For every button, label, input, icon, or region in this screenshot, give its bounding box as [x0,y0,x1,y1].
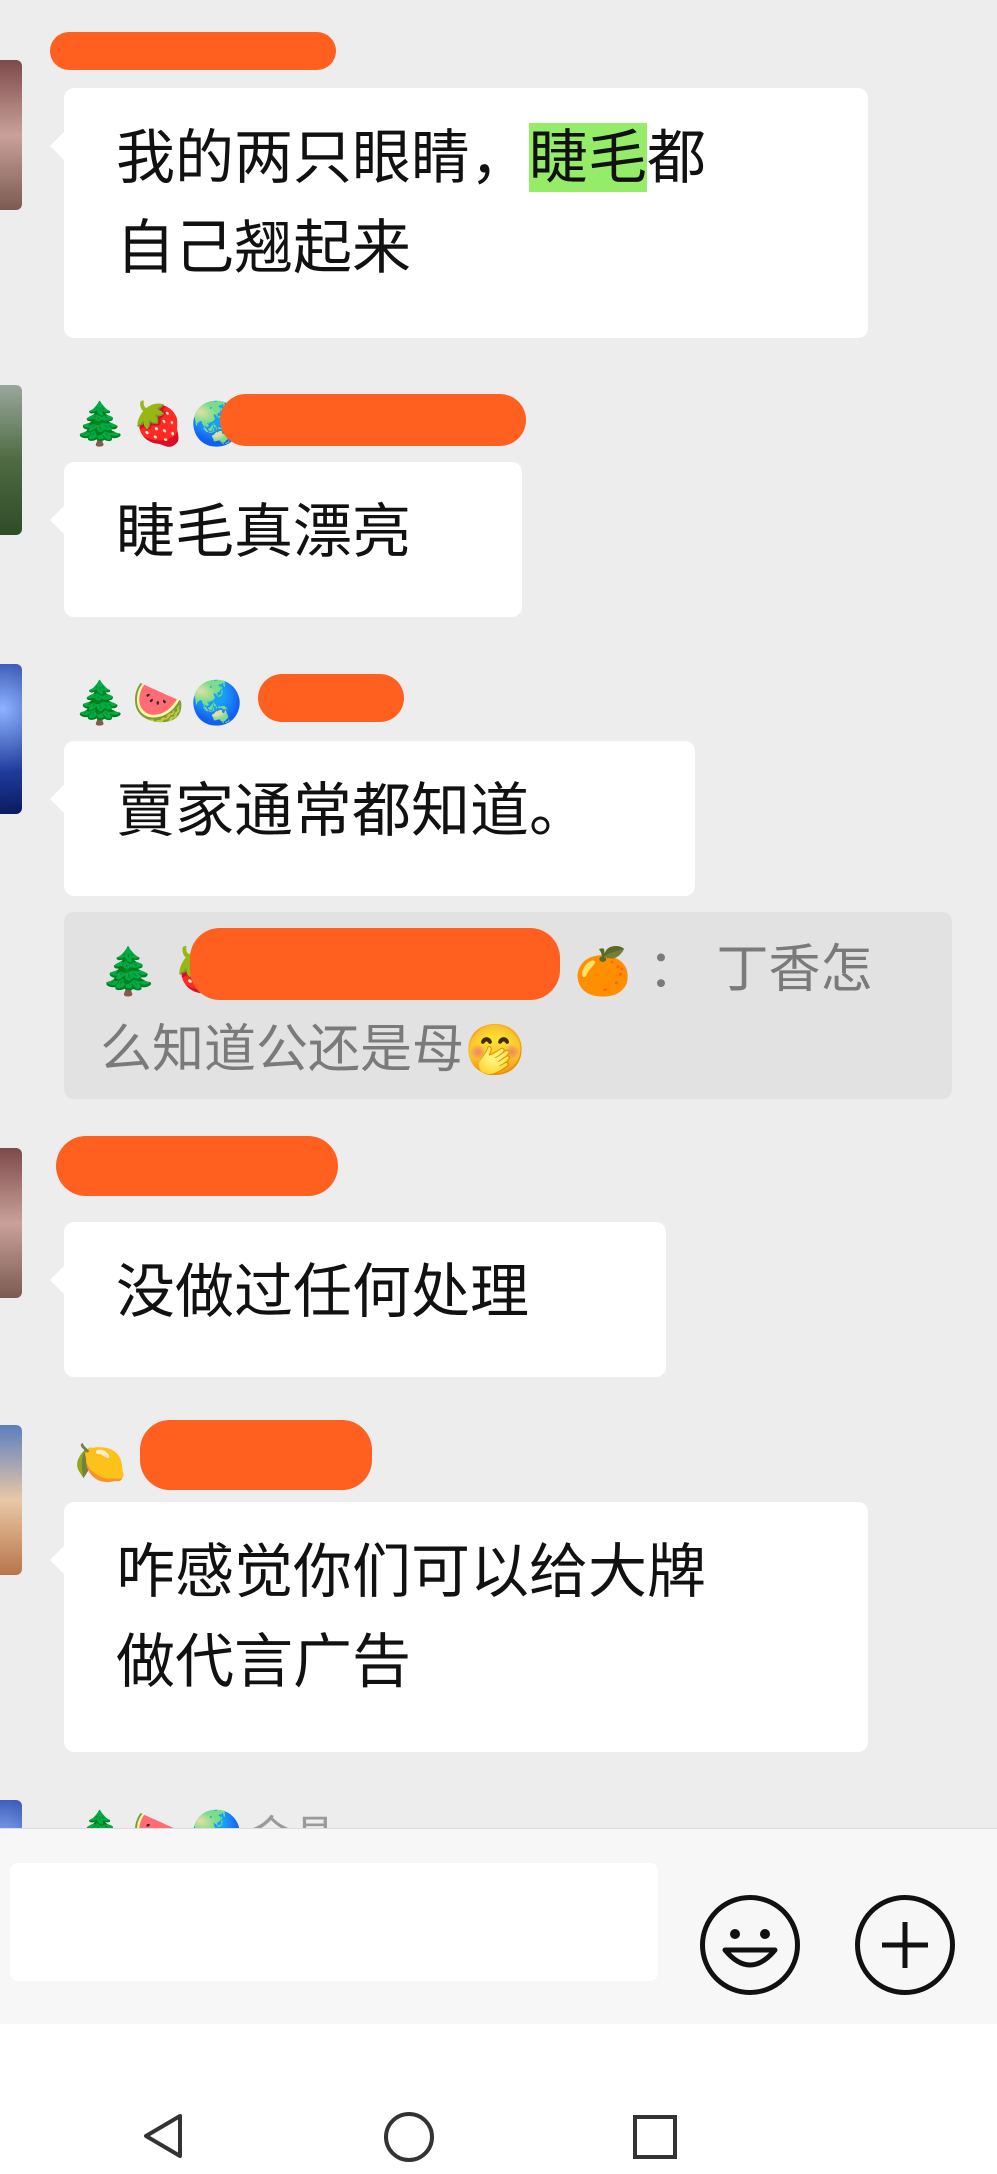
emoji: 🌏 [191,1812,243,1829]
avatar[interactable] [0,1148,22,1298]
message-bubble[interactable]: 睫毛真漂亮 [50,462,522,617]
chat-area[interactable]: 我的两只眼睛，睫毛都 自己翘起来 🌲 🍓 🌏 睫毛真漂亮 🌲 🍉 🌏 賣家通常都… [0,0,997,1828]
highlighted-text: 睫毛 [529,123,648,192]
quote-text: ： 丁香怎 [647,940,873,1000]
emoji: 🤭 [464,1021,527,1079]
sender-name: 金晶 [249,1801,337,1828]
message-text: 我的两只眼睛， [116,123,530,192]
emoji: 🍉 [132,678,185,727]
system-navigation-bar [0,2024,997,2174]
message-bubble[interactable]: 賣家通常都知道。 [50,741,695,896]
sender-name-row: 🌲 🍉 🌏 金晶 [74,1801,337,1829]
emoji: 🌲 [100,944,158,998]
redacted-name [190,928,560,1000]
triangle-back-icon[interactable] [138,2110,190,2162]
message-text: 咋感觉你们可以给大牌 [116,1537,707,1606]
message-bubble[interactable]: 咋感觉你们可以给大牌 做代言广告 [50,1502,868,1752]
message-bubble[interactable]: 没做过任何处理 [50,1222,666,1377]
message-text: 自己翘起来 [116,213,412,282]
emoji: 🍋 [74,1438,127,1487]
emoji: 🌏 [190,678,243,727]
message-text: 睫毛真漂亮 [116,497,412,566]
emoji: 🍓 [132,399,185,448]
message-input-bar [0,1828,997,2025]
message-text: 都 [647,123,707,192]
plus-icon [882,1922,928,1968]
more-button[interactable] [855,1895,955,1995]
circle-home-icon[interactable] [382,2110,436,2164]
message-text: 做代言广告 [116,1627,412,1696]
redacted-name [140,1420,372,1490]
avatar[interactable] [0,60,22,210]
sender-name-row: 🌲 🍉 🌏 [74,673,243,733]
emoji: 🌲 [74,1812,126,1829]
redacted-name [258,674,404,722]
message-text: 賣家通常都知道。 [116,776,589,845]
smiley-face-icon [722,1929,778,1968]
avatar[interactable] [0,664,22,814]
message-bubble[interactable]: 我的两只眼睛，睫毛都 自己翘起来 [50,88,868,338]
quote-text: 么知道公还是母 [100,1020,465,1080]
emoji: 🌲 [74,399,127,448]
redacted-name [50,32,336,70]
avatar[interactable] [0,1800,22,1828]
emoji: 🍉 [132,1812,184,1829]
square-recents-icon[interactable] [630,2112,680,2162]
emoji-button[interactable] [700,1895,800,1995]
avatar[interactable] [0,385,22,535]
redacted-name [220,394,526,446]
redacted-name [56,1136,338,1196]
avatar[interactable] [0,1425,22,1575]
message-text: 没做过任何处理 [116,1257,530,1326]
sender-name-row: 🌲 🍓 🌏 [74,394,243,454]
emoji: 🌲 [74,678,127,727]
sender-name-row: 🍋 [74,1433,126,1493]
emoji: 🍊 [574,944,632,998]
message-input[interactable] [10,1863,658,1981]
